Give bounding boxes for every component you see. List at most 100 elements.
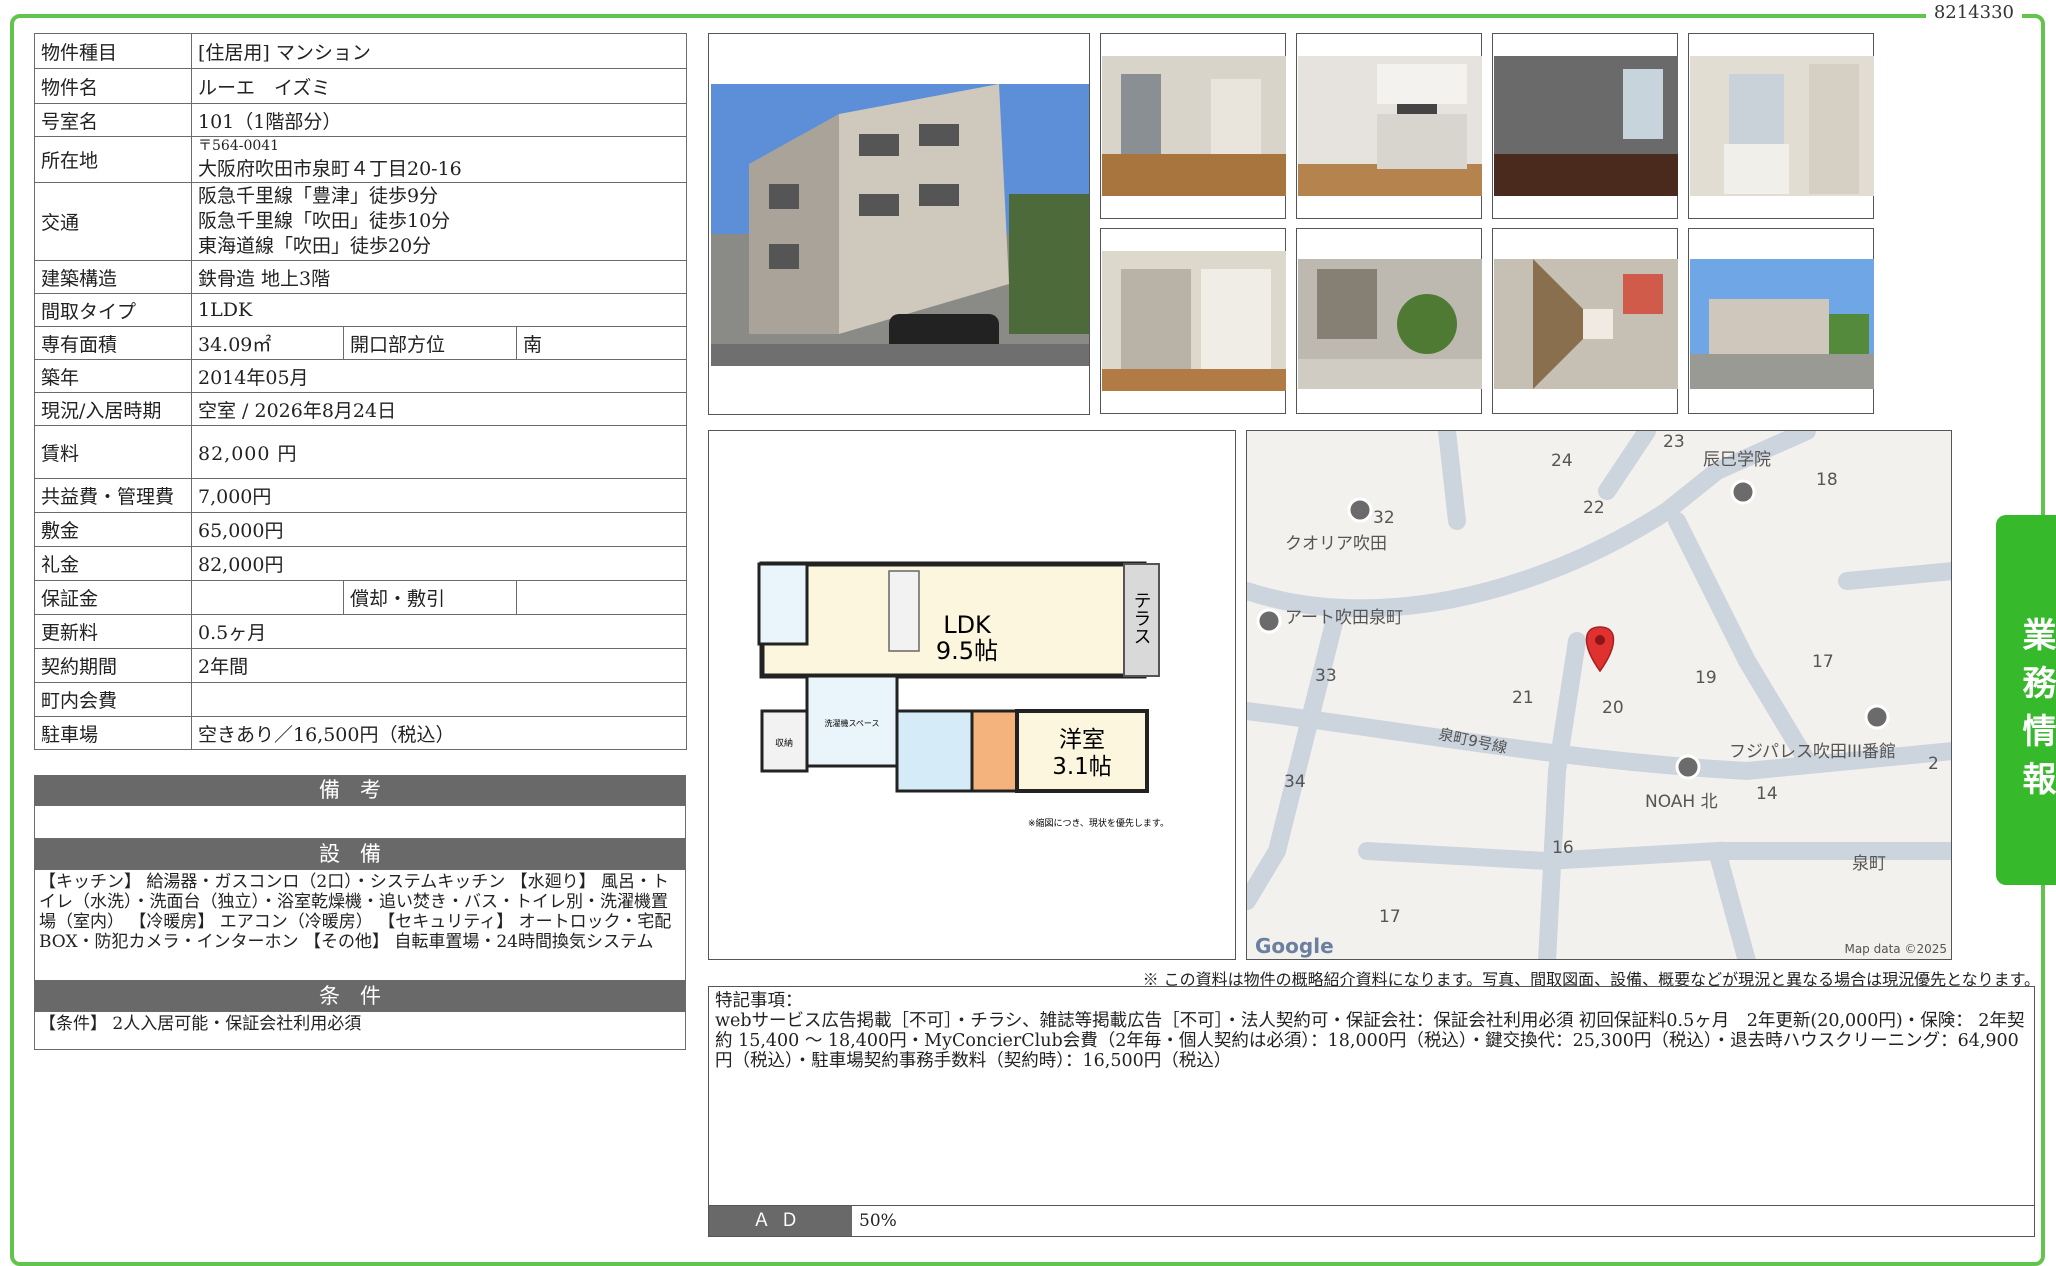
hallway-photo[interactable]	[1492, 228, 1678, 414]
ldk-size: 9.5帖	[936, 637, 998, 665]
status-value: 空室 / 2026年8月24日	[190, 392, 688, 426]
area-label: 専有面積	[34, 326, 192, 360]
map-number: 24	[1551, 451, 1573, 471]
access-label: 交通	[34, 182, 192, 261]
map-area-label: 泉町	[1852, 854, 1886, 874]
divider	[709, 1205, 2034, 1206]
notes-header: 備考	[34, 775, 686, 805]
town-fee-label: 町内会費	[34, 682, 192, 717]
conditions-header: 条件	[34, 981, 686, 1011]
street-photo[interactable]	[1688, 228, 1874, 414]
built-label: 築年	[34, 359, 192, 393]
amortization-value	[515, 580, 688, 615]
equipment-body: 【キッチン】 給湯器・ガスコンロ（2口）・システムキッチン 【水廻り】 風呂・ト…	[34, 869, 686, 981]
business-info-tab[interactable]: 業務情報	[1996, 515, 2056, 885]
floorplan-note: ※縮図につき、現状を優先します。	[1028, 817, 1169, 829]
equipment-header: 設備	[34, 839, 686, 869]
parking-label: 駐車場	[34, 716, 192, 750]
map-number: 17	[1812, 652, 1834, 672]
laundry-label: 洗濯機スペース	[824, 718, 879, 728]
map-attribution: Map data ©2025	[1844, 942, 1947, 956]
side-tab-label: 業務情報	[2016, 617, 2056, 809]
address-label: 所在地	[34, 136, 192, 183]
map-poi-label: フジパレス吹田III番館	[1729, 742, 1896, 762]
floorplan[interactable]: LDK 9.5帖 洋室 3.1帖 テラス 洗濯機スペース 収納 ※縮図につき、現…	[708, 430, 1236, 960]
room-label: 号室名	[34, 103, 192, 137]
rent-value: 82,000 円	[190, 425, 688, 479]
map-poi-label: アート吹田泉町	[1285, 608, 1403, 628]
town-fee-value	[190, 682, 688, 717]
entrance-photo[interactable]	[1296, 228, 1482, 414]
map-number: 18	[1816, 470, 1838, 490]
document-id: 8214330	[1925, 0, 2022, 25]
remarks-body: webサービス広告掲載［不可］・チラシ、雑誌等掲載広告［不可］・法人契約可・保証…	[715, 1011, 2025, 1071]
kitchen-photo[interactable]	[1296, 33, 1482, 219]
terrace-label: テラス	[1131, 591, 1152, 645]
room-photo[interactable]	[1100, 33, 1286, 219]
layout-label: 間取タイプ	[34, 293, 192, 327]
map-number: 19	[1695, 668, 1717, 688]
map-number: 2	[1928, 754, 1939, 774]
type-label: 物件種目	[34, 33, 192, 69]
guarantee-value	[191, 580, 344, 615]
deposit-value: 65,000円	[190, 512, 688, 547]
guarantee-label: 保証金	[34, 580, 192, 615]
notes-box	[34, 805, 686, 839]
map-number: 32	[1373, 508, 1395, 528]
room-value: 101（1階部分）	[190, 103, 688, 137]
map-number: 17	[1379, 907, 1401, 927]
structure-label: 建築構造	[34, 260, 192, 294]
ldk-label: LDK	[943, 611, 992, 639]
location-map[interactable]: 23 24 18 32 22 33 21 19 17 20 34 14 2 16…	[1246, 430, 1952, 960]
postal-code: 〒564-0041	[198, 138, 280, 154]
area-value: 34.09㎡	[191, 326, 344, 360]
western-room-label: 洋室	[1059, 727, 1105, 753]
deposit-label: 敷金	[34, 512, 192, 547]
map-poi-label: NOAH 北	[1645, 792, 1718, 812]
bedroom-photo[interactable]	[1492, 33, 1678, 219]
fee-value: 7,000円	[190, 478, 688, 513]
renewal-label: 更新料	[34, 614, 192, 649]
key-money-label: 礼金	[34, 546, 192, 581]
status-label: 現況/入居時期	[34, 392, 192, 426]
fee-label: 共益費・管理費	[34, 478, 192, 513]
map-number: 16	[1552, 838, 1574, 858]
map-number: 33	[1315, 666, 1337, 686]
map-number: 23	[1663, 432, 1685, 452]
map-poi-label: 辰巳学院	[1703, 450, 1771, 470]
rent-label: 賃料	[34, 425, 192, 479]
conditions-body: 【条件】 2人入居可能・保証会社利用必須	[34, 1011, 686, 1050]
type-value: [住居用] マンション	[190, 33, 688, 69]
map-number: 14	[1756, 784, 1778, 804]
map-number: 20	[1602, 698, 1624, 718]
layout-value: 1LDK	[190, 293, 688, 327]
amortization-label: 償却・敷引	[343, 580, 517, 615]
remarks-title: 特記事項：	[715, 991, 803, 1011]
built-value: 2014年05月	[190, 359, 688, 393]
direction-label: 開口部方位	[343, 326, 517, 360]
contract-value: 2年間	[190, 648, 688, 683]
map-number: 21	[1512, 688, 1534, 708]
washroom-photo[interactable]	[1688, 33, 1874, 219]
direction-value: 南	[515, 326, 688, 360]
map-poi-label: クオリア吹田	[1285, 534, 1387, 554]
google-logo: Google	[1255, 934, 1334, 958]
structure-value: 鉄骨造 地上3階	[190, 260, 688, 294]
closet-photo[interactable]	[1100, 228, 1286, 414]
access-line: 阪急千里線「吹田」徒歩10分	[198, 210, 451, 232]
key-money-value: 82,000円	[190, 546, 688, 581]
renewal-value: 0.5ヶ月	[190, 614, 688, 649]
special-remarks: 特記事項： webサービス広告掲載［不可］・チラシ、雑誌等掲載広告［不可］・法人…	[708, 986, 2035, 1237]
ad-label: ＡＤ	[709, 1206, 852, 1236]
contract-label: 契約期間	[34, 648, 192, 683]
name-label: 物件名	[34, 68, 192, 104]
map-number: 34	[1284, 772, 1306, 792]
property-name: ルーエ イズミ	[190, 68, 688, 104]
western-room-size: 3.1帖	[1052, 754, 1112, 780]
property-info-table: 物件種目 [住居用] マンション 物件名 ルーエ イズミ 号室名 101（1階部分） …	[34, 33, 688, 750]
storage-label: 収納	[775, 737, 793, 749]
access-line: 東海道線「吹田」徒歩20分	[198, 235, 432, 257]
exterior-photo[interactable]	[708, 33, 1090, 415]
parking-value: 空きあり／16,500円（税込）	[190, 716, 688, 750]
access-line: 阪急千里線「豊津」徒歩9分	[198, 185, 439, 207]
